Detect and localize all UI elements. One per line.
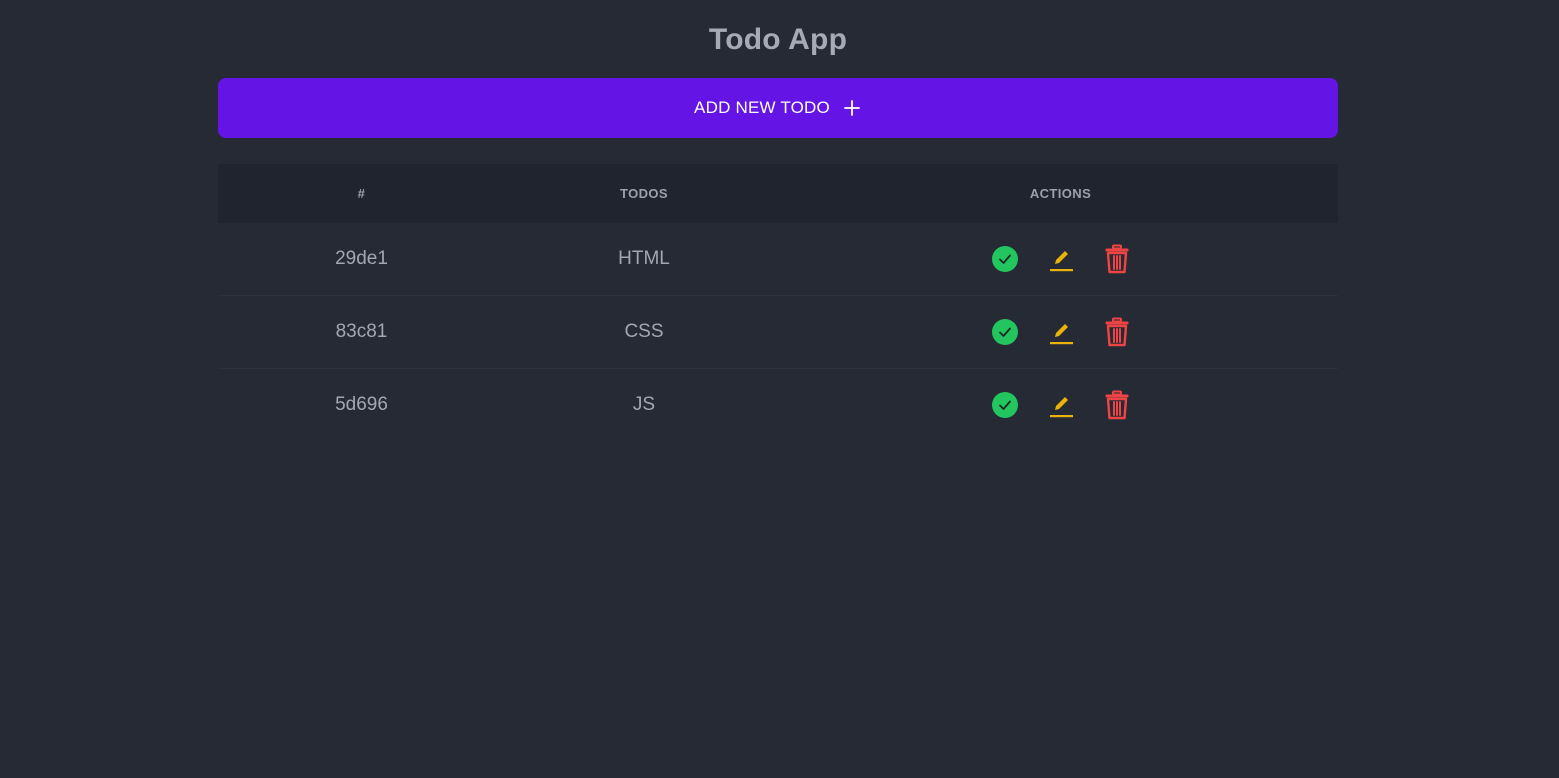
add-new-todo-button[interactable]: ADD NEW TODO xyxy=(218,78,1338,138)
todos-table: # TODOS ACTIONS 29de1 HTML 83c81 CSS 5d6… xyxy=(218,164,1338,441)
table-header: # TODOS ACTIONS xyxy=(218,164,1338,223)
todo-app: Todo App ADD NEW TODO # TODOS ACTIONS 29… xyxy=(218,0,1338,420)
header-todos: TODOS xyxy=(620,186,668,201)
table-row: 5d696 JS xyxy=(218,369,1338,441)
todo-text: HTML xyxy=(618,248,670,269)
trash-icon[interactable] xyxy=(1103,244,1131,274)
check-circle-icon[interactable] xyxy=(991,244,1019,274)
trash-icon[interactable] xyxy=(1103,317,1131,347)
row-actions xyxy=(783,317,1338,347)
page-title: Todo App xyxy=(708,23,848,56)
table-row: 29de1 HTML xyxy=(218,223,1338,296)
table-body: 29de1 HTML 83c81 CSS 5d696 JS xyxy=(218,223,1338,441)
todo-id: 5d696 xyxy=(335,394,388,415)
pencil-icon[interactable] xyxy=(1047,244,1075,274)
header-actions: ACTIONS xyxy=(1029,186,1092,201)
row-actions xyxy=(783,390,1338,420)
row-actions xyxy=(783,244,1338,274)
header-id: # xyxy=(357,186,366,201)
add-new-todo-label: ADD NEW TODO xyxy=(694,98,830,117)
table-row: 83c81 CSS xyxy=(218,296,1338,369)
todo-text: JS xyxy=(632,394,656,415)
todo-id: 83c81 xyxy=(335,321,388,342)
todo-text: CSS xyxy=(624,321,664,342)
check-circle-icon[interactable] xyxy=(991,390,1019,420)
trash-icon[interactable] xyxy=(1103,390,1131,420)
plus-icon xyxy=(842,98,862,118)
todo-id: 29de1 xyxy=(335,248,388,269)
check-circle-icon[interactable] xyxy=(991,317,1019,347)
pencil-icon[interactable] xyxy=(1047,390,1075,420)
pencil-icon[interactable] xyxy=(1047,317,1075,347)
